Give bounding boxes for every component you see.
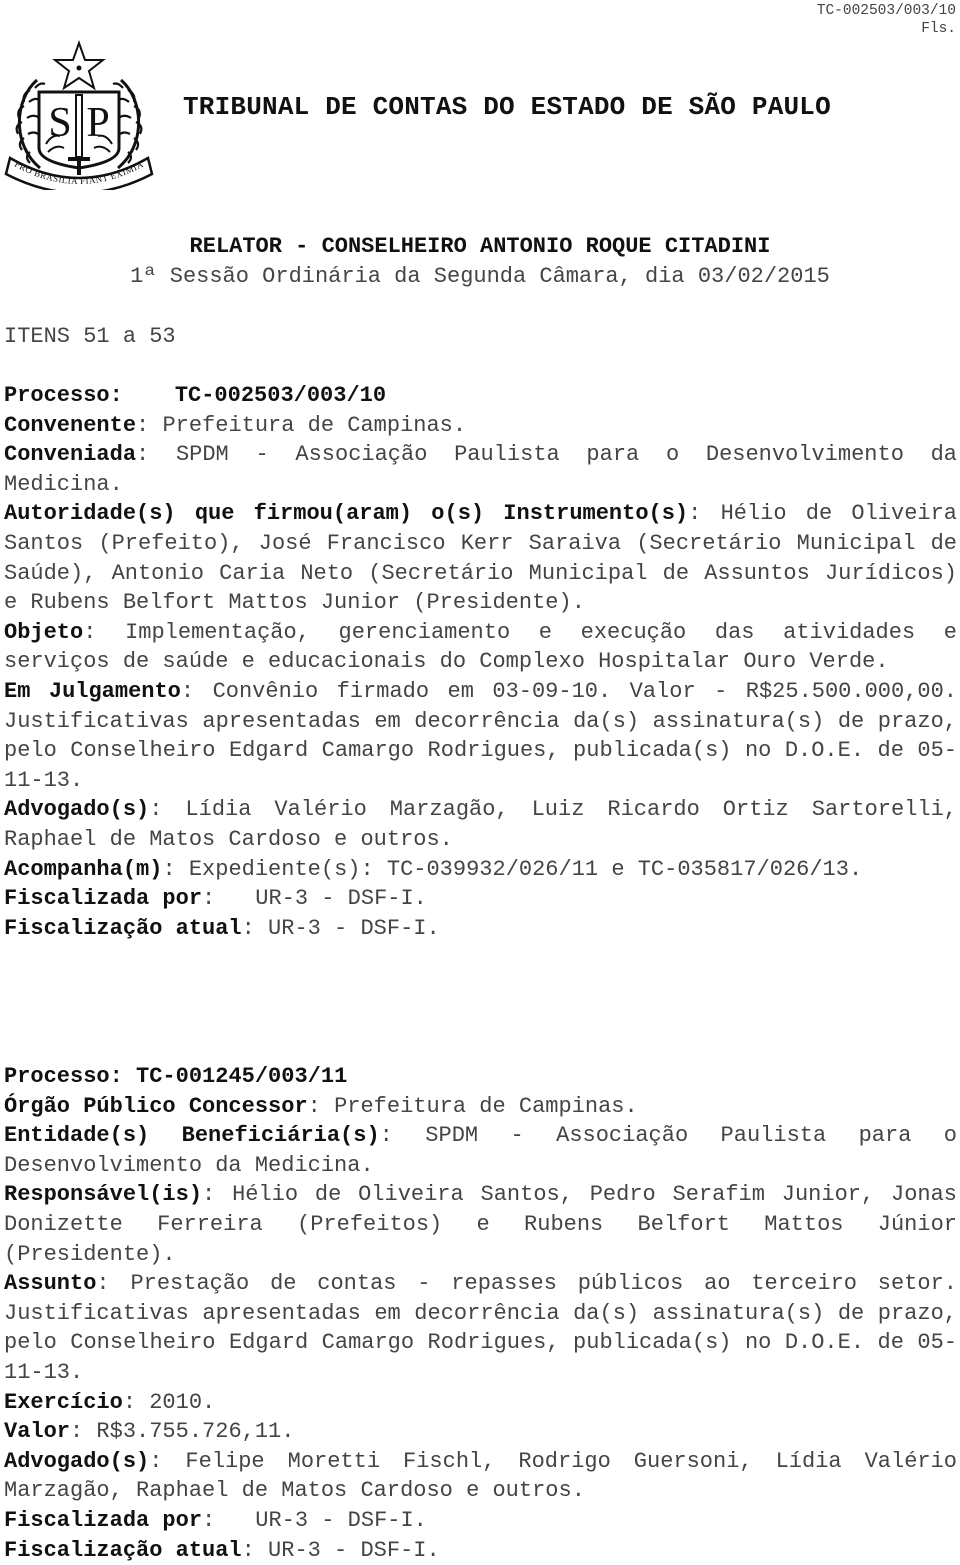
field-label: Responsável(is)	[4, 1182, 203, 1208]
field-value: UR-3 - DSF-I.	[268, 915, 440, 941]
field-responsaveis: Responsável(is): Hélio de Oliveira Santo…	[4, 1182, 958, 1267]
field-processo: Processo: TC-002503/003/10	[4, 381, 957, 411]
process-block-2: Processo: TC-001245/003/11 Órgão Público…	[4, 1062, 957, 1565]
field-value: Implementação, gerenciamento e execução …	[4, 619, 957, 675]
field-convenente: Convenente: Prefeitura de Campinas.	[4, 412, 467, 438]
items-range: ITENS 51 a 53	[4, 324, 176, 349]
sao-paulo-coat-of-arms-icon: S P PRO BRASILIA FIANT EXIMIA	[4, 40, 154, 190]
page-title: TRIBUNAL DE CONTAS DO ESTADO DE SÃO PAUL…	[183, 92, 831, 122]
field-advogados: Advogado(s): Lídia Valério Marzagão, Lui…	[4, 797, 957, 852]
field-label: Fiscalizada por	[4, 1507, 203, 1533]
field-fiscalizacao-atual: Fiscalização atual: UR-3 - DSF-I.	[4, 915, 440, 941]
field-label: Advogado(s)	[4, 797, 150, 823]
field-label: Convenente	[4, 412, 137, 438]
page-reference: TC-002503/003/10 Fls.	[817, 2, 956, 38]
field-objeto: Objeto: Implementação, gerenciamento e e…	[4, 619, 957, 675]
svg-text:P: P	[86, 100, 109, 146]
field-label: Advogado(s)	[4, 1448, 150, 1474]
field-value: UR-3 - DSF-I.	[268, 1537, 440, 1563]
process-block-1: Processo: TC-002503/003/10 Convenente: Pr…	[4, 381, 957, 943]
field-value: Prefeitura de Campinas.	[334, 1093, 638, 1119]
field-entidade: Entidade(s) Beneficiária(s): SPDM - Asso…	[4, 1123, 958, 1178]
field-acompanha: Acompanha(m): Expediente(s): TC-039932/0…	[4, 856, 863, 882]
field-exercicio: Exercício: 2010.	[4, 1389, 216, 1415]
process-number: TC-001245/003/11	[136, 1064, 348, 1089]
field-label: Em Julgamento	[4, 678, 181, 704]
field-label: Fiscalizada por	[4, 886, 203, 912]
field-orgao: Órgão Público Concessor: Prefeitura de C…	[4, 1093, 638, 1119]
field-value: UR-3 - DSF-I.	[255, 1507, 427, 1533]
field-value: Prefeitura de Campinas.	[162, 412, 467, 438]
field-label: Fiscalização atual	[4, 1537, 242, 1563]
field-assunto: Assunto: Prestação de contas - repasses …	[4, 1271, 957, 1385]
field-label: Exercício	[4, 1389, 123, 1415]
field-fiscalizada: Fiscalizada por: UR-3 - DSF-I.	[4, 1507, 427, 1533]
field-label: Processo:	[4, 1064, 123, 1089]
field-fiscalizacao-atual: Fiscalização atual: UR-3 - DSF-I.	[4, 1537, 440, 1563]
field-label: Órgão Público Concessor	[4, 1093, 308, 1119]
field-autoridades: Autoridade(s) que firmou(aram) o(s) Inst…	[4, 501, 958, 616]
field-label: Valor	[4, 1419, 71, 1445]
field-label: Objeto	[4, 619, 84, 645]
process-reference: TC-002503/003/10	[816, 3, 956, 19]
field-valor: Valor: R$3.755.726,11.	[4, 1419, 295, 1445]
field-fiscalizada: Fiscalizada por: UR-3 - DSF-I.	[4, 886, 427, 912]
relator-heading: RELATOR - CONSELHEIRO ANTONIO ROQUE CITA…	[189, 234, 771, 259]
session-subtitle: 1ª Sessão Ordinária da Segunda Câmara, d…	[130, 264, 830, 289]
field-label: Fiscalização atual	[4, 915, 242, 941]
field-label: Autoridade(s) que firmou(aram) o(s) Inst…	[4, 501, 689, 527]
field-advogados: Advogado(s): Felipe Moretti Fischl, Rodr…	[4, 1448, 957, 1504]
field-value: 2010.	[149, 1389, 216, 1415]
field-value: UR-3 - DSF-I.	[255, 886, 427, 912]
svg-text:S: S	[48, 100, 71, 146]
field-label: Assunto	[4, 1271, 97, 1297]
field-label: Acompanha(m)	[4, 856, 163, 882]
process-number: TC-002503/003/10	[174, 383, 387, 408]
field-processo: Processo: TC-001245/003/11	[4, 1062, 957, 1092]
folio-label: Fls.	[921, 21, 956, 37]
field-julgamento: Em Julgamento: Convênio firmado em 03-09…	[4, 678, 958, 793]
field-value: Expediente(s): TC-039932/026/11 e TC-035…	[188, 856, 863, 882]
field-label: Entidade(s) Beneficiária(s)	[4, 1123, 380, 1149]
field-value: R$3.755.726,11.	[96, 1419, 295, 1445]
field-value: Prestação de contas - repasses públicos …	[4, 1271, 957, 1385]
field-label: Conveniada	[4, 442, 137, 468]
field-conveniada: Conveniada: SPDM - Associação Paulista p…	[4, 442, 958, 497]
field-label: Processo:	[4, 383, 123, 408]
